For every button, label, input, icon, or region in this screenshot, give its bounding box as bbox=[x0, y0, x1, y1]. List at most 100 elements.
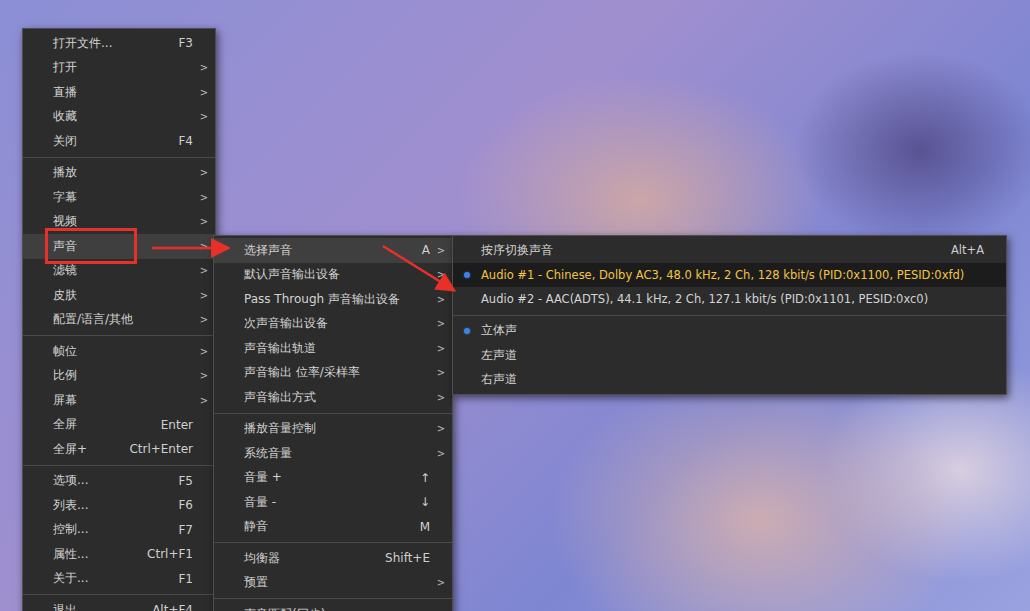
menu-shortcut: F7 bbox=[178, 523, 197, 537]
menu-label: 声音输出轨道 bbox=[244, 340, 434, 357]
menu-gutter bbox=[453, 272, 481, 278]
menu-shortcut: Ctrl+F1 bbox=[147, 547, 197, 561]
menu-label: 滤镜 bbox=[53, 262, 197, 279]
menu-item[interactable]: 直播> bbox=[23, 80, 215, 105]
menu-item[interactable]: 打开文件...F3 bbox=[23, 31, 215, 56]
menu-item[interactable]: 字幕> bbox=[23, 185, 215, 210]
menu-label: 控制... bbox=[53, 521, 178, 538]
menu-item[interactable]: 帧位> bbox=[23, 339, 215, 364]
menu-shortcut: F6 bbox=[178, 498, 197, 512]
menu-shortcut: ↑ bbox=[420, 471, 434, 485]
menu-label: 视频 bbox=[53, 213, 197, 230]
menu-separator bbox=[23, 157, 215, 158]
menu-label: 预置 bbox=[244, 574, 434, 591]
menu-shortcut: F1 bbox=[178, 572, 197, 586]
menu-item[interactable]: 预置> bbox=[214, 571, 452, 596]
radio-menu-item[interactable]: Audio #2 - AAC(ADTS), 44.1 kHz, 2 Ch, 12… bbox=[453, 287, 1006, 312]
menu-item[interactable]: 收藏> bbox=[23, 105, 215, 130]
menu-item[interactable]: 音量 +↑ bbox=[214, 466, 452, 491]
menu-label: 皮肤 bbox=[53, 287, 197, 304]
menu-label: 属性... bbox=[53, 546, 147, 563]
menu-item[interactable]: 打开> bbox=[23, 56, 215, 81]
submenu-arrow-icon: > bbox=[434, 343, 452, 354]
menu-label: 直播 bbox=[53, 84, 197, 101]
submenu-arrow-icon: > bbox=[197, 62, 215, 73]
radio-menu-item[interactable]: 右声道 bbox=[453, 368, 1006, 393]
menu-separator bbox=[214, 598, 452, 599]
menu-label: 音量 + bbox=[244, 469, 420, 486]
menu-label: 播放音量控制 bbox=[244, 420, 434, 437]
menu-item[interactable]: 控制...F7 bbox=[23, 518, 215, 543]
menu-label: 退出 bbox=[53, 602, 152, 611]
menu-label: 帧位 bbox=[53, 343, 197, 360]
menu-separator bbox=[23, 465, 215, 466]
menu-label: 系统音量 bbox=[244, 445, 434, 462]
menu-item[interactable]: 音量 -↓ bbox=[214, 490, 452, 515]
menu-item[interactable]: 声音输出 位率/采样率> bbox=[214, 361, 452, 386]
menu-item[interactable]: 皮肤> bbox=[23, 283, 215, 308]
menu-item[interactable]: 静音M bbox=[214, 515, 452, 540]
menu-item[interactable]: 声音输出方式> bbox=[214, 385, 452, 410]
menu-item[interactable]: 选择声音A> bbox=[214, 238, 452, 263]
menu-item[interactable]: 屏幕> bbox=[23, 388, 215, 413]
menu-label: 播放 bbox=[53, 164, 197, 181]
menu-label: 立体声 bbox=[481, 323, 988, 338]
menu-label: 关闭 bbox=[53, 133, 178, 150]
menu-label: 声音 bbox=[53, 238, 197, 255]
menu-label: 选择声音 bbox=[244, 242, 422, 259]
menu-item[interactable]: 默认声音输出设备> bbox=[214, 263, 452, 288]
menu-item[interactable]: 次声音输出设备> bbox=[214, 312, 452, 337]
menu-shortcut: ↓ bbox=[420, 495, 434, 509]
menu-item[interactable]: 均衡器Shift+E bbox=[214, 546, 452, 571]
menu-label: 打开文件... bbox=[53, 35, 178, 52]
radio-menu-item[interactable]: 立体声 bbox=[453, 319, 1006, 344]
menu-label: 次声音输出设备 bbox=[244, 315, 434, 332]
menu-shortcut: Ctrl+Enter bbox=[129, 442, 197, 456]
menu-item[interactable]: 退出Alt+F4 bbox=[23, 598, 215, 611]
menu-item[interactable]: 按序切换声音Alt+A bbox=[453, 238, 1006, 263]
menu-separator bbox=[214, 542, 452, 543]
menu-item[interactable]: 声音> bbox=[23, 234, 215, 259]
menu-label: 收藏 bbox=[53, 108, 197, 125]
menu-label: 默认声音输出设备 bbox=[244, 266, 434, 283]
menu-label: 音量 - bbox=[244, 494, 420, 511]
menu-item[interactable]: 列表...F6 bbox=[23, 493, 215, 518]
menu-item[interactable]: 声音匹配(同步) bbox=[214, 602, 452, 611]
menu-item[interactable]: 全屏+Ctrl+Enter bbox=[23, 437, 215, 462]
submenu-arrow-icon: > bbox=[197, 192, 215, 203]
menu-label: 配置/语言/其他 bbox=[53, 311, 197, 328]
menu-item[interactable]: 声音输出轨道> bbox=[214, 336, 452, 361]
menu-shortcut: M bbox=[420, 520, 434, 534]
menu-item[interactable]: 关于...F1 bbox=[23, 567, 215, 592]
menu-label: 关于... bbox=[53, 570, 178, 587]
radio-dot-icon bbox=[464, 328, 470, 334]
menu-item[interactable]: 属性...Ctrl+F1 bbox=[23, 542, 215, 567]
radio-menu-item[interactable]: 左声道 bbox=[453, 343, 1006, 368]
submenu-arrow-icon: > bbox=[434, 245, 452, 256]
menu-label: 字幕 bbox=[53, 189, 197, 206]
submenu-arrow-icon: > bbox=[197, 167, 215, 178]
select-sound-submenu: 按序切换声音Alt+AAudio #1 - Chinese, Dolby AC3… bbox=[452, 235, 1007, 395]
menu-shortcut: Enter bbox=[161, 418, 197, 432]
menu-item[interactable]: 选项...F5 bbox=[23, 469, 215, 494]
menu-item[interactable]: 播放音量控制> bbox=[214, 417, 452, 442]
menu-item[interactable]: 全屏Enter bbox=[23, 413, 215, 438]
menu-item[interactable]: 视频> bbox=[23, 210, 215, 235]
radio-menu-item[interactable]: Audio #1 - Chinese, Dolby AC3, 48.0 kHz,… bbox=[453, 263, 1006, 288]
main-menu: 打开文件...F3打开>直播>收藏>关闭F4播放>字幕>视频>声音>滤镜>皮肤>… bbox=[22, 28, 216, 611]
menu-item[interactable]: Pass Through 声音输出设备> bbox=[214, 287, 452, 312]
menu-shortcut: Shift+E bbox=[385, 551, 434, 565]
submenu-arrow-icon: > bbox=[434, 269, 452, 280]
menu-item[interactable]: 播放> bbox=[23, 161, 215, 186]
menu-item[interactable]: 比例> bbox=[23, 364, 215, 389]
menu-shortcut: Alt+F4 bbox=[152, 603, 197, 611]
sound-submenu: 选择声音A>默认声音输出设备>Pass Through 声音输出设备>次声音输出… bbox=[213, 235, 453, 611]
menu-label: 选项... bbox=[53, 472, 178, 489]
menu-item[interactable]: 滤镜> bbox=[23, 259, 215, 284]
menu-item[interactable]: 系统音量> bbox=[214, 441, 452, 466]
menu-label: 全屏+ bbox=[53, 441, 129, 458]
menu-item[interactable]: 关闭F4 bbox=[23, 129, 215, 154]
menu-label: 声音匹配(同步) bbox=[244, 606, 434, 611]
menu-item[interactable]: 配置/语言/其他> bbox=[23, 308, 215, 333]
annotation-box bbox=[45, 228, 137, 264]
